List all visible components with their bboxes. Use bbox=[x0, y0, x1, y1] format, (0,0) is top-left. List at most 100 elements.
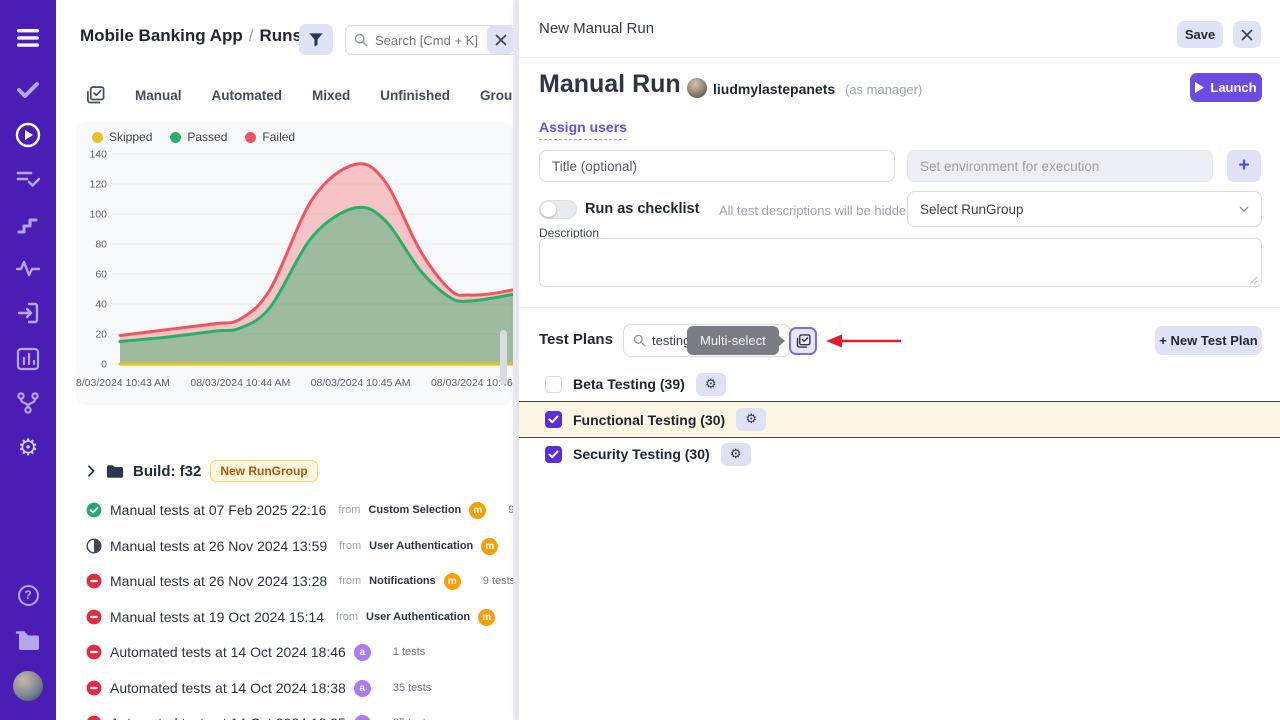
run-type-badge: m bbox=[444, 573, 461, 590]
run-title[interactable]: Automated tests at 14 Oct 2024 18:46 bbox=[110, 644, 346, 660]
description-textarea[interactable] bbox=[539, 238, 1262, 287]
plan-checkbox[interactable] bbox=[545, 376, 562, 393]
close-icon bbox=[1241, 29, 1253, 41]
new-rungroup-badge: New RunGroup bbox=[210, 460, 317, 482]
run-row[interactable]: Manual tests at 26 Nov 2024 13:59 from U… bbox=[86, 533, 513, 559]
assign-users-link[interactable]: Assign users bbox=[539, 119, 627, 140]
milestones-icon[interactable] bbox=[0, 212, 56, 236]
run-source[interactable]: Custom Selection bbox=[368, 504, 461, 516]
modal-close-button[interactable] bbox=[1233, 21, 1261, 48]
resize-grip-icon[interactable] bbox=[1249, 276, 1258, 285]
run-title-input[interactable] bbox=[539, 150, 895, 182]
test-plans-heading: Test Plans bbox=[539, 331, 613, 348]
settings-icon[interactable]: ⚙ bbox=[0, 435, 56, 461]
user-avatar[interactable] bbox=[0, 670, 56, 702]
tests-icon[interactable] bbox=[0, 78, 56, 102]
runs-chart: SkippedPassedFailed 02040608010012014008… bbox=[76, 122, 513, 405]
plan-settings-button[interactable]: ⚙ bbox=[696, 373, 726, 396]
menu-icon[interactable] bbox=[0, 24, 56, 52]
analytics-icon[interactable] bbox=[0, 346, 56, 372]
multi-select-button[interactable] bbox=[789, 327, 817, 355]
status-icon bbox=[86, 644, 102, 660]
test-plan-row[interactable]: Functional Testing (30) ⚙ bbox=[519, 401, 1280, 438]
svg-text:20: 20 bbox=[95, 329, 107, 341]
run-title[interactable]: Manual tests at 26 Nov 2024 13:28 bbox=[110, 573, 327, 589]
caret-down-icon bbox=[1239, 204, 1249, 215]
run-as-checklist-toggle[interactable] bbox=[539, 200, 577, 219]
svg-text:120: 120 bbox=[89, 179, 107, 191]
run-source[interactable]: Notifications bbox=[369, 575, 436, 587]
branches-icon[interactable] bbox=[0, 390, 56, 416]
multi-select-tooltip: Multi-select bbox=[687, 326, 779, 355]
import-icon[interactable] bbox=[0, 300, 56, 326]
search-input[interactable] bbox=[375, 33, 485, 48]
chevron-right-icon[interactable] bbox=[86, 465, 97, 477]
filter-button[interactable] bbox=[299, 24, 333, 55]
run-title[interactable]: Manual tests at 26 Nov 2024 13:59 bbox=[110, 538, 327, 554]
modal-title: New Manual Run bbox=[539, 20, 654, 37]
launch-button[interactable]: Launch bbox=[1190, 73, 1262, 102]
breadcrumb: Mobile Banking App/Runs bbox=[80, 26, 302, 46]
svg-text:60: 60 bbox=[95, 269, 107, 281]
select-runs-icon[interactable] bbox=[86, 86, 105, 105]
run-row[interactable]: Automated tests at 14 Oct 2024 18:46 a 1… bbox=[86, 639, 425, 665]
environment-input[interactable] bbox=[907, 150, 1213, 182]
scrollbar-thumb[interactable] bbox=[500, 330, 507, 385]
panel-close-button[interactable] bbox=[487, 25, 513, 54]
tab-manual[interactable]: Manual bbox=[135, 88, 182, 103]
modal-header: New Manual Run Save bbox=[519, 0, 1280, 58]
tab-groups[interactable]: Groups bbox=[480, 88, 513, 103]
run-row[interactable]: Manual tests at 26 Nov 2024 13:28 from N… bbox=[86, 568, 513, 594]
run-source[interactable]: User Authentication bbox=[369, 540, 473, 552]
pulse-icon[interactable] bbox=[0, 256, 56, 280]
search-icon bbox=[354, 33, 368, 47]
rungroup-row[interactable]: Build: f32 New RunGroup bbox=[86, 460, 318, 482]
run-title[interactable]: Manual tests at 19 Oct 2024 15:14 bbox=[110, 609, 324, 625]
owner-role: (as manager) bbox=[845, 82, 922, 97]
run-row[interactable]: Manual tests at 07 Feb 2025 22:16 from C… bbox=[86, 497, 513, 523]
runs-panel: Mobile Banking App/Runs Manual Automated M… bbox=[56, 0, 513, 720]
run-row[interactable]: Manual tests at 19 Oct 2024 15:14 from U… bbox=[86, 604, 513, 630]
run-row[interactable]: Automated tests at 14 Oct 2024 18:38 a 3… bbox=[86, 675, 431, 701]
test-plan-row[interactable]: Beta Testing (39) ⚙ bbox=[519, 370, 1280, 398]
breadcrumb-page[interactable]: Runs bbox=[260, 26, 303, 45]
plan-checkbox[interactable] bbox=[545, 446, 562, 463]
run-type-badge: m bbox=[481, 538, 498, 555]
owner-name[interactable]: liudmylastepanets bbox=[713, 81, 835, 97]
status-icon bbox=[86, 680, 102, 696]
plan-settings-button[interactable]: ⚙ bbox=[736, 408, 766, 431]
run-title[interactable]: Manual tests at 07 Feb 2025 22:16 bbox=[110, 502, 326, 518]
plan-checkbox[interactable] bbox=[545, 411, 562, 428]
funnel-icon bbox=[308, 32, 324, 48]
rungroup-select[interactable]: Select RunGroup bbox=[907, 191, 1262, 227]
help-icon[interactable]: ? bbox=[0, 583, 56, 607]
add-environment-button[interactable]: + bbox=[1227, 150, 1261, 182]
breadcrumb-project[interactable]: Mobile Banking App bbox=[80, 26, 243, 45]
tab-mixed[interactable]: Mixed bbox=[312, 88, 350, 103]
close-icon bbox=[495, 34, 507, 46]
run-title[interactable]: Automated tests at 14 Oct 2024 18:38 bbox=[110, 680, 346, 696]
projects-folder-icon[interactable] bbox=[0, 627, 56, 653]
rungroup-label[interactable]: Build: f32 bbox=[133, 463, 201, 480]
test-plan-row[interactable]: Security Testing (30) ⚙ bbox=[519, 440, 1280, 468]
tab-automated[interactable]: Automated bbox=[212, 88, 283, 103]
run-row[interactable]: Automated tests at 14 Oct 2024 18:35 a 3… bbox=[86, 710, 431, 720]
run-type-badge: a bbox=[354, 715, 371, 720]
runs-icon[interactable] bbox=[0, 122, 56, 148]
run-source[interactable]: User Authentication bbox=[366, 611, 470, 623]
page-title: Manual Run bbox=[539, 70, 681, 99]
tab-unfinished[interactable]: Unfinished bbox=[380, 88, 450, 103]
run-from-label: from bbox=[338, 504, 360, 516]
run-title[interactable]: Automated tests at 14 Oct 2024 18:35 bbox=[110, 715, 346, 720]
plan-name[interactable]: Security Testing (30) bbox=[573, 446, 710, 462]
plan-settings-button[interactable]: ⚙ bbox=[721, 443, 751, 466]
gear-icon: ⚙ bbox=[18, 437, 39, 460]
plan-name[interactable]: Functional Testing (30) bbox=[573, 412, 725, 428]
new-test-plan-button[interactable]: + New Test Plan bbox=[1155, 326, 1262, 355]
run-type-badge: m bbox=[478, 609, 495, 626]
svg-text:08/03/2024 10:44 AM: 08/03/2024 10:44 AM bbox=[190, 377, 290, 389]
plan-name[interactable]: Beta Testing (39) bbox=[573, 376, 685, 392]
plans-icon[interactable] bbox=[0, 168, 56, 192]
status-icon bbox=[86, 609, 102, 625]
save-button[interactable]: Save bbox=[1177, 21, 1223, 48]
